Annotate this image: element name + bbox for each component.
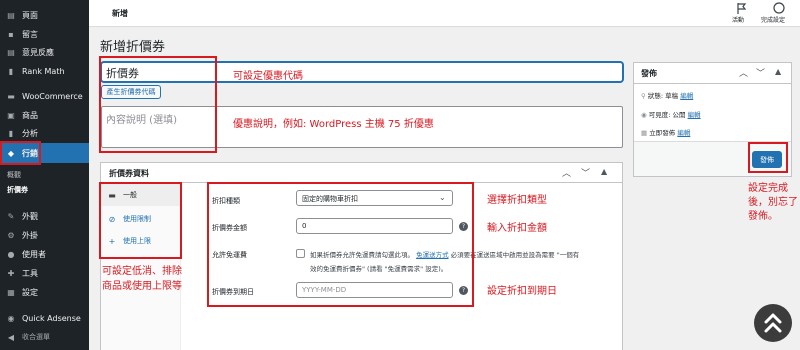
sidebar-item-quick-adsense[interactable]: ◉ Quick Adsense bbox=[0, 308, 89, 328]
sidebar-item-label: 意見反應 bbox=[22, 47, 54, 57]
sidebar-item-label: 使用者 bbox=[22, 249, 46, 259]
finish-setup-label: 完成設定 bbox=[761, 17, 786, 24]
sidebar-item-tools[interactable]: ✚ 工具 bbox=[0, 263, 89, 283]
users-icon: ● bbox=[7, 249, 15, 259]
sidebar-item-pages[interactable]: ▤ 頁面 bbox=[0, 5, 89, 25]
products-icon: ▣ bbox=[7, 110, 15, 120]
analytics-icon: ▮ bbox=[8, 128, 14, 138]
top-bar-title: 新增 bbox=[112, 9, 128, 18]
sidebar-item-woocommerce[interactable]: ▬ WooCommerce bbox=[0, 86, 89, 106]
annotation-type: 選擇折扣類型 bbox=[487, 195, 547, 206]
sidebar-item-plugins[interactable]: ⚙ 外掛 bbox=[0, 225, 89, 245]
sidebar-item-users[interactable]: ● 使用者 bbox=[0, 244, 89, 264]
collapse-menu-icon: ◀ bbox=[7, 332, 15, 342]
sidebar-item-label: 設定 bbox=[22, 287, 38, 297]
publish-title: 發佈 bbox=[641, 69, 657, 78]
annotation-box-code bbox=[99, 56, 217, 153]
toggle-panel-icon[interactable]: ▲ bbox=[601, 167, 607, 176]
sidebar-item-collapse[interactable]: ◀ 收合選單 bbox=[0, 327, 89, 347]
plugins-icon: ⚙ bbox=[7, 230, 15, 240]
publish-status-text: 狀態: 草稿 bbox=[647, 92, 679, 100]
annotation-limits-line-1: 可設定低消、排除 bbox=[102, 266, 182, 277]
calendar-icon: ▦ bbox=[641, 129, 648, 137]
sidebar-item-products[interactable]: ▣ 商品 bbox=[0, 105, 89, 125]
annotation-highlight-marketing bbox=[0, 141, 41, 165]
sidebar-item-feedback[interactable]: ▤ 意見反應 bbox=[0, 42, 89, 62]
sidebar-item-label: Rank Math bbox=[22, 66, 65, 76]
annotation-description: 優惠說明，例如: WordPress 主機 75 折優惠 bbox=[233, 119, 434, 130]
edit-schedule-link[interactable]: 編輯 bbox=[677, 129, 690, 137]
sidebar-item-comments[interactable]: ▪ 留言 bbox=[0, 24, 89, 44]
eye-icon: ◉ bbox=[641, 111, 647, 119]
double-chevron-up-icon bbox=[764, 313, 782, 333]
annotation-publish: 設定完成後，別忘了發佈。 bbox=[748, 182, 798, 224]
annotation-publish-line-3: 發佈。 bbox=[748, 211, 778, 222]
annotation-expiry: 設定折扣到期日 bbox=[487, 286, 557, 297]
pages-icon: ▤ bbox=[7, 10, 15, 20]
quick-adsense-icon: ◉ bbox=[7, 313, 15, 323]
publish-schedule-text: 立即發佈 bbox=[649, 129, 676, 137]
sidebar-item-label: 工具 bbox=[22, 268, 38, 278]
sidebar-sub-coupons[interactable]: 折價券 bbox=[7, 185, 28, 195]
publish-visibility: ◉ 可見度: 公開 編輯 bbox=[641, 109, 701, 119]
sidebar-item-label: WooCommerce bbox=[22, 91, 83, 101]
edit-status-link[interactable]: 編輯 bbox=[680, 92, 693, 100]
coupon-data-header: 折價券資料 ︿ ﹀ ▲ bbox=[101, 163, 622, 183]
page-title: 新增折價券 bbox=[100, 40, 166, 55]
annotation-amount: 輸入折扣金額 bbox=[487, 223, 547, 234]
top-bar: 新增 活動 完成設定 bbox=[89, 0, 800, 27]
appearance-icon: ✎ bbox=[7, 211, 15, 221]
pin-icon: ⚲ bbox=[641, 92, 646, 100]
publish-schedule: ▦ 立即發佈 編輯 bbox=[641, 127, 690, 137]
scroll-to-top-button[interactable] bbox=[754, 304, 792, 342]
publish-status: ⚲ 狀態: 草稿 編輯 bbox=[641, 90, 693, 100]
annotation-limits-line-2: 商品或使用上限等 bbox=[102, 281, 182, 292]
sidebar-item-label: 頁面 bbox=[22, 10, 38, 20]
sidebar-item-label: 收合選單 bbox=[22, 333, 50, 341]
sidebar-sub-overview[interactable]: 概觀 bbox=[7, 170, 21, 180]
annotation-publish-line-2: 後，別忘了 bbox=[748, 197, 798, 208]
activity-label: 活動 bbox=[732, 17, 745, 24]
annotation-box-general-fields bbox=[207, 182, 474, 307]
annotation-publish-line-1: 設定完成 bbox=[748, 183, 788, 194]
chevron-down-icon[interactable]: ﹀ bbox=[756, 66, 765, 79]
sidebar-item-rankmath[interactable]: ▮ Rank Math bbox=[0, 61, 89, 81]
sidebar-item-label: Quick Adsense bbox=[22, 313, 81, 323]
sidebar-item-label: 外掛 bbox=[22, 230, 38, 240]
circle-icon bbox=[773, 2, 785, 14]
woocommerce-icon: ▬ bbox=[7, 91, 15, 101]
coupon-data-title: 折價券資料 bbox=[109, 169, 149, 178]
sidebar-item-settings[interactable]: ▦ 設定 bbox=[0, 282, 89, 302]
feedback-icon: ▤ bbox=[7, 47, 15, 57]
flag-icon bbox=[737, 3, 747, 14]
chevron-up-icon[interactable]: ︿ bbox=[739, 66, 748, 79]
comments-icon: ▪ bbox=[8, 29, 14, 39]
publish-visibility-text: 可見度: 公開 bbox=[648, 111, 686, 119]
sidebar-item-label: 外觀 bbox=[22, 211, 38, 221]
edit-visibility-link[interactable]: 編輯 bbox=[688, 111, 701, 119]
rankmath-icon: ▮ bbox=[8, 66, 14, 76]
activity-button[interactable]: 活動 bbox=[728, 0, 758, 27]
annotation-code: 可設定優惠代碼 bbox=[233, 71, 303, 82]
chevron-up-icon[interactable]: ︿ bbox=[562, 166, 571, 179]
settings-icon: ▦ bbox=[7, 287, 15, 297]
chevron-down-icon[interactable]: ﹀ bbox=[581, 166, 590, 179]
annotation-box-publish bbox=[748, 142, 788, 173]
sidebar-item-label: 分析 bbox=[22, 128, 38, 138]
admin-sidebar: ▤ 頁面 ▪ 留言 ▤ 意見反應 ▮ Rank Math ▬ WooCommerce ▣ 商… bbox=[0, 0, 89, 350]
annotation-box-tabs bbox=[99, 182, 182, 259]
sidebar-item-appearance[interactable]: ✎ 外觀 bbox=[0, 206, 89, 226]
tools-icon: ✚ bbox=[7, 268, 15, 278]
annotation-limits: 可設定低消、排除 商品或使用上限等 bbox=[102, 264, 182, 294]
publish-header: 發佈 ︿ ﹀ ▲ bbox=[634, 63, 791, 84]
sidebar-item-label: 商品 bbox=[22, 110, 38, 120]
finish-setup-button[interactable]: 完成設定 bbox=[759, 0, 799, 27]
sidebar-item-analytics[interactable]: ▮ 分析 bbox=[0, 123, 89, 143]
toggle-panel-icon[interactable]: ▲ bbox=[775, 67, 781, 76]
sidebar-item-label: 留言 bbox=[22, 29, 38, 39]
